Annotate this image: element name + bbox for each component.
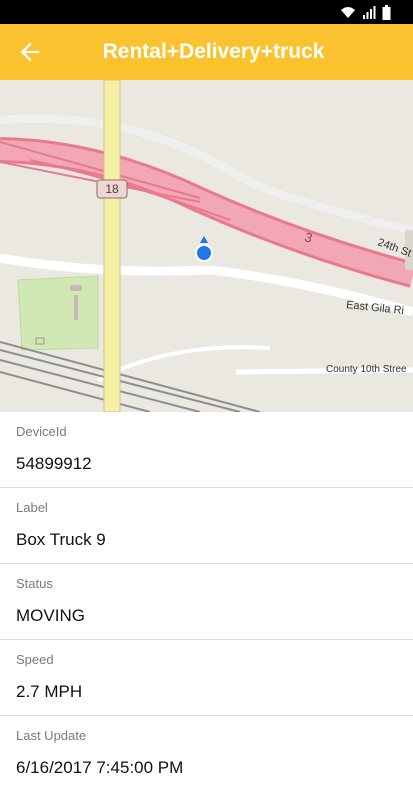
field-value: 6/16/2017 7:45:00 PM xyxy=(16,758,184,777)
detail-device-id: DeviceId 54899912 xyxy=(0,412,413,488)
field-value: MOVING xyxy=(16,606,85,625)
app-bar: Rental+Delivery+truck xyxy=(0,24,413,80)
page-title: Rental+Delivery+truck xyxy=(102,40,325,63)
map-canvas xyxy=(0,80,413,412)
detail-last-update: Last Update 6/16/2017 7:45:00 PM xyxy=(0,716,413,791)
status-bar xyxy=(0,0,413,24)
field-value: Box Truck 9 xyxy=(16,530,106,549)
street-label: County 10th Stree xyxy=(326,364,407,375)
field-label: Last Update xyxy=(16,728,87,743)
field-value: 2.7 MPH xyxy=(16,682,83,701)
field-value: 54899912 xyxy=(16,454,92,473)
field-label: Speed xyxy=(16,652,54,667)
map-view[interactable]: 18 3 24th St East Gila Ri County 10th St… xyxy=(0,80,413,412)
battery-icon xyxy=(382,4,391,20)
field-label: DeviceId xyxy=(16,424,67,439)
field-label: Label xyxy=(16,500,48,515)
detail-status: Status MOVING xyxy=(0,564,413,640)
detail-speed: Speed 2.7 MPH xyxy=(0,640,413,716)
device-details: DeviceId 54899912 Label Box Truck 9 Stat… xyxy=(0,412,413,791)
signal-icon xyxy=(363,6,376,19)
highway-shield-label: 18 xyxy=(105,182,119,196)
field-label: Status xyxy=(16,576,53,591)
detail-label: Label Box Truck 9 xyxy=(0,488,413,564)
wifi-icon xyxy=(341,7,355,18)
